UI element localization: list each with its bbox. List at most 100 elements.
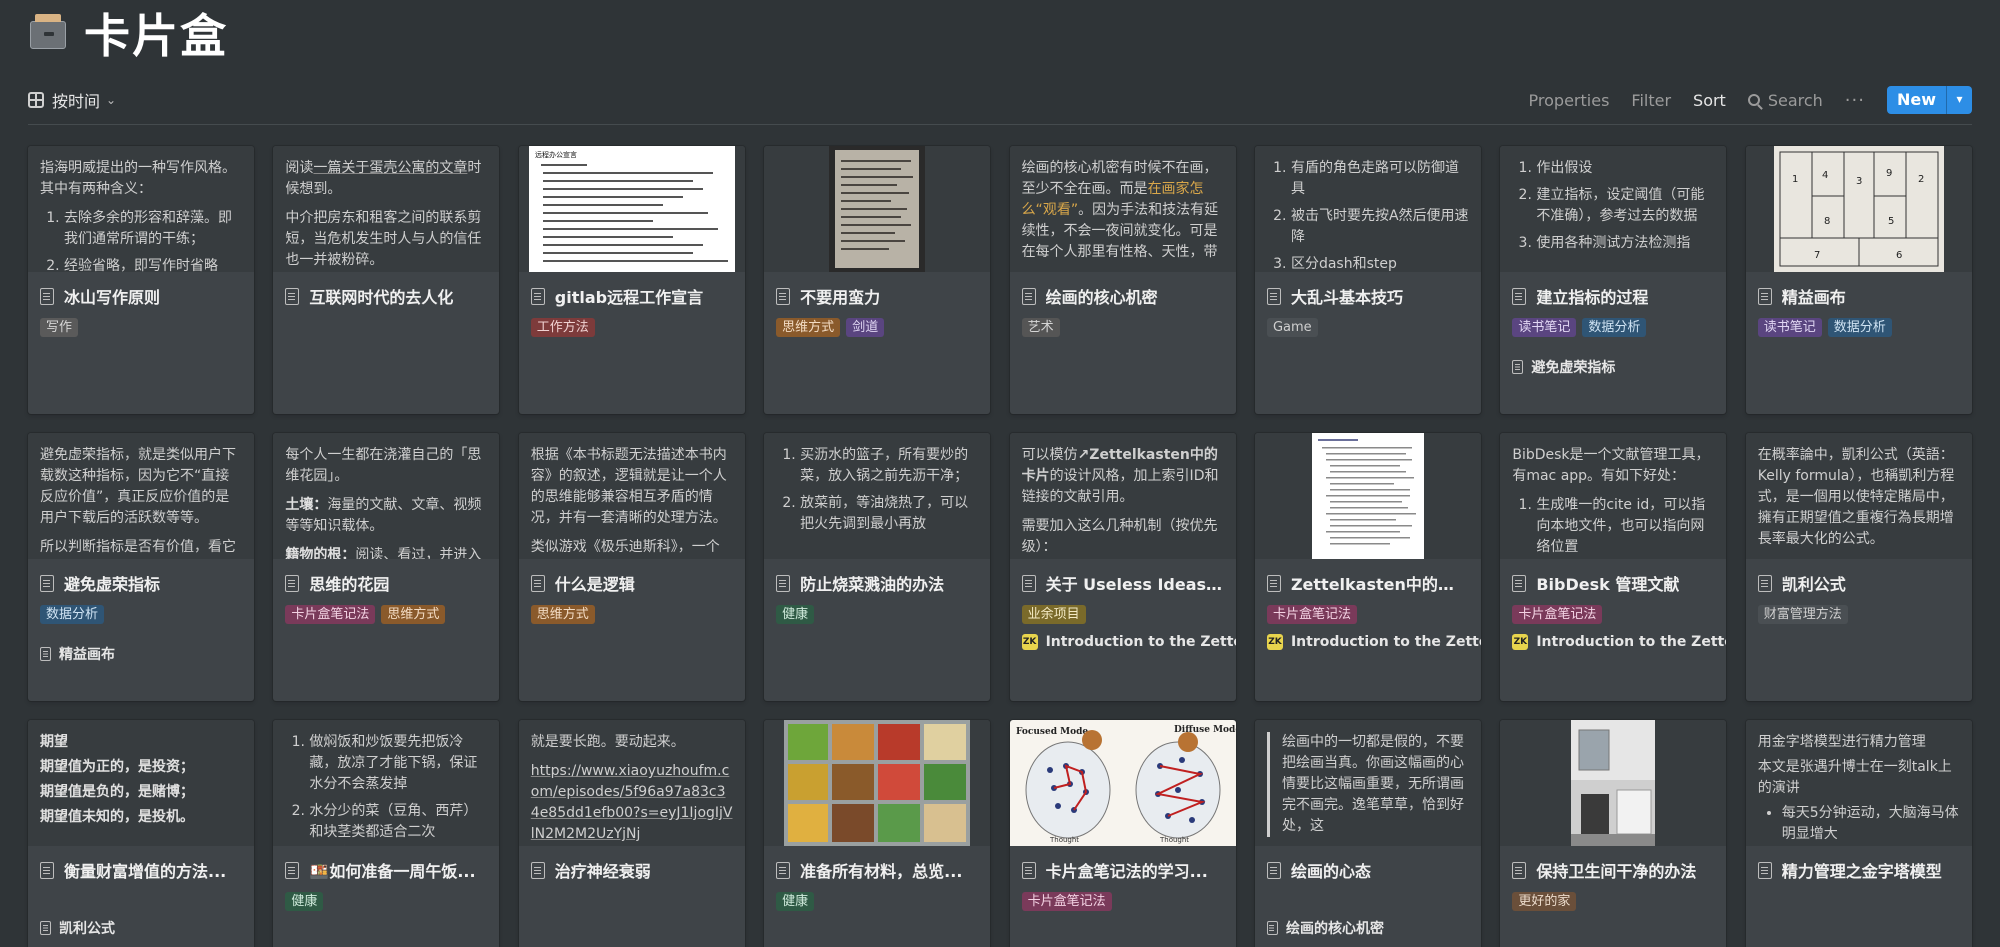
card-tags: 卡片盒笔记法 (1255, 595, 1481, 624)
tag-badge: 思维方式 (776, 318, 841, 337)
properties-button[interactable]: Properties (1529, 91, 1610, 110)
card-preview: 根据《本书标题无法描述本书内容》的叙述，逻辑就是让一个人的思维能够兼容相互矛盾的… (518, 433, 745, 559)
preview-text: 指海明威提出的一种写作风格。其中有两种含义： (40, 160, 236, 197)
gallery-card[interactable]: 绘画中的一切都是假的，不要把绘画当真。你画这幅画的心情要比这幅画重要，无所谓画完… (1254, 720, 1481, 947)
filter-button[interactable]: Filter (1631, 91, 1671, 110)
gallery-card[interactable]: 避免虚荣指标，就是类似用户下载数这种指标，因为它不“直接反应价值”，真正反应价值… (28, 433, 254, 701)
gallery-card[interactable]: 指海明威提出的一种写作风格。其中有两种含义： 去除多余的形容和辞藻。即我们通常所… (28, 146, 254, 414)
page-title: 卡片盒 (84, 9, 228, 63)
related-source-title: Introduction to the Zettelkasten Method (1536, 634, 1726, 650)
card-title-text: 🍱如何准备一周午饭... (309, 862, 476, 881)
gallery-card[interactable]: 就是要长跑。要动起来。 https://www.xiaoyuzhoufm.com… (518, 720, 745, 947)
page-icon (1021, 287, 1036, 305)
more-options-button[interactable]: ··· (1845, 90, 1865, 111)
related-source[interactable]: ZK Introduction to the Zettelkasten Metho… (1255, 624, 1481, 650)
new-dropdown-chevron-icon[interactable]: ▾ (1946, 86, 1972, 114)
preview-list-item: 经验省略，即写作时省略 (64, 256, 242, 272)
search-label: Search (1767, 90, 1823, 110)
tag-badge: 更好的家 (1512, 892, 1577, 911)
tag-badge: 健康 (776, 892, 815, 911)
card-title-text: 卡片盒笔记法的学习... (1045, 862, 1208, 881)
tag-badge: Game (1266, 318, 1318, 337)
related-page[interactable]: 精益画布 (28, 624, 254, 664)
page-icon (1757, 287, 1772, 305)
page-icon (776, 287, 791, 305)
card-title: 治疗神经衰弱 (519, 846, 745, 882)
gallery-card[interactable]: 期望 期望值为正的，是投资； 期望值是负的，是赌博； 期望值未知的，是投机。 衡… (28, 720, 254, 947)
gallery-card[interactable]: 根据《本书标题无法描述本书内容》的叙述，逻辑就是让一个人的思维能够兼容相互矛盾的… (518, 433, 745, 701)
gallery-card[interactable]: 可以模仿↗Zettelkasten中的卡片的设计风格，加上索引ID和链接的文献引… (1009, 433, 1236, 701)
card-preview: 期望 期望值为正的，是投资； 期望值是负的，是赌博； 期望值未知的，是投机。 (28, 720, 254, 846)
preview-text: 的设计风格，加上索引ID和链接的文献引用。 (1021, 468, 1219, 505)
gallery-card[interactable]: 准备所有材料，总览... 健康 (764, 720, 991, 947)
card-title: 不要用蛮力 (764, 272, 990, 308)
tag-badge: 数据分析 (1582, 318, 1647, 337)
related-page[interactable]: 绘画的核心机密 (1255, 882, 1481, 938)
card-preview: 指海明威提出的一种写作风格。其中有两种含义： 去除多余的形容和辞藻。即我们通常所… (28, 146, 254, 272)
preview-text: 中介把房东和租客之间的联系剪短，当危机发生时人与人的信任也一并被粉碎。 (285, 210, 482, 268)
gallery-card[interactable]: 远程办公宣言 gitlab远程工作宣言 工作方法 (518, 146, 745, 414)
document-screenshot-image: 远程办公宣言 (528, 146, 735, 272)
card-preview: 用金字塔模型进行精力管理 本文是张遇升博士在一刻talk上的演讲 每天5分钟运动… (1745, 720, 1972, 846)
card-tags: 卡片盒笔记法 (1010, 882, 1236, 911)
gallery-card[interactable]: 阅读一篇关于蛋壳公寓的文章时候想到。 中介把房东和租客之间的联系剪短，当危机发生… (273, 146, 500, 414)
card-tags: 数据分析 (28, 595, 254, 624)
card-preview: 阅读一篇关于蛋壳公寓的文章时候想到。 中介把房东和租客之间的联系剪短，当危机发生… (273, 146, 500, 272)
preview-bold: 籍物的根： (285, 547, 356, 559)
preview-text: 所以判断指标是否有价值，看它 (40, 539, 236, 555)
gallery-card[interactable]: 作出假设建立指标，设定阈值（可能不准确），参考过去的数据使用各种测试方法检测指 … (1500, 146, 1727, 414)
gallery-card[interactable]: 买沥水的篮子，所有要炒的菜，放入锅之前先沥干净； 放菜前，等油烧热了，可以把火先调… (764, 433, 991, 701)
card-cover-image: 远程办公宣言 (518, 146, 745, 272)
card-preview: 避免虚荣指标，就是类似用户下载数这种指标，因为它不“直接反应价值”，真正反应价值… (28, 433, 254, 559)
gallery-card[interactable]: Focused Mode Diffuse Mode Thought Though… (1009, 720, 1236, 947)
card-cover-image: 1 4 3 9 2 8 5 7 6 (1745, 146, 1972, 272)
gallery-card[interactable]: 有盾的角色走路可以防御道具被击飞时要先按A然后便用速降区分dash和step 大… (1254, 146, 1481, 414)
chevron-down-icon: ⌄ (106, 93, 117, 107)
page-icon (1757, 574, 1772, 592)
tag-badge: 卡片盒笔记法 (1266, 605, 1357, 624)
card-title-text: BibDesk 管理文献 (1536, 575, 1680, 594)
page-icon (285, 861, 300, 879)
sort-button[interactable]: Sort (1693, 91, 1726, 110)
gallery-card[interactable]: 做焖饭和炒饭要先把饭冷藏，放凉了才能下锅，保证水分不会蒸发掉水分少的菜（豆角、西… (273, 720, 500, 947)
related-page-title: 精益画布 (59, 647, 115, 663)
preview-quote: 绘画中的一切都是假的，不要把绘画当真。你画这幅画的心情要比这幅画重要，无所谓画完… (1266, 732, 1469, 837)
preview-text: 阅读、看过，并进入 (355, 547, 482, 559)
related-source[interactable]: ZK Introduction to the Zettelkasten Metho… (1500, 624, 1726, 650)
gallery-card[interactable]: Zettelkasten中的索... 卡片盒笔记法 ZK Introduction… (1254, 433, 1481, 701)
card-title: 什么是逻辑 (519, 559, 745, 595)
card-title-text: 互联网时代的去人化 (309, 288, 454, 307)
search-icon (1747, 94, 1760, 106)
search-button[interactable]: Search (1747, 90, 1823, 110)
related-page[interactable]: 避免虚荣指标 (1500, 337, 1726, 377)
gallery-card[interactable]: 保持卫生间干净的办法 更好的家 (1500, 720, 1727, 947)
preview-list-item: 使用各种测试方法检测指 (1536, 233, 1714, 254)
related-source-title: Introduction to the Zettelkasten Method (1045, 634, 1236, 650)
preview-text: 类似游戏《极乐迪斯科》，一个 (530, 539, 720, 555)
related-page[interactable]: 凯利公式 (28, 882, 254, 938)
page-icon (776, 574, 791, 592)
preview-list-item: 每天5分钟运动，大脑海马体明显增大 (1782, 803, 1960, 845)
card-title-text: Zettelkasten中的索... (1290, 575, 1469, 594)
preview-link[interactable]: https://www.xiaoyuzhoufm.com/episodes/5f… (531, 763, 733, 842)
card-title: 关于 Useless Ideas ... (1010, 559, 1236, 595)
related-source[interactable]: ZK Introduction to the Zettelkasten Metho… (1010, 624, 1236, 650)
gallery-card[interactable]: 绘画的核心机密有时候不在画，至少不全在画。而是在画家怎么“观看”。因为手法和技法… (1009, 146, 1236, 414)
gallery-card[interactable]: 在概率論中，凱利公式（英語：Kelly formula），也稱凱利方程式，是一個… (1745, 433, 1972, 701)
gallery-card[interactable]: 用金字塔模型进行精力管理 本文是张遇升博士在一刻talk上的演讲 每天5分钟运动… (1745, 720, 1972, 947)
view-switcher[interactable]: 按时间 ⌄ (28, 88, 116, 112)
card-cover-image (1254, 433, 1481, 559)
page-icon (1021, 574, 1036, 592)
preview-link[interactable]: 一篇关于蛋壳公寓的文章 (313, 160, 467, 176)
page-icon (776, 861, 791, 879)
gallery-card[interactable]: BibDesk是一个文献管理工具，有mac app。有如下好处： 生成唯一的ci… (1500, 433, 1727, 701)
new-button[interactable]: New (1887, 86, 1946, 114)
card-tags: Game (1255, 308, 1481, 337)
page-icon (1512, 574, 1527, 592)
card-preview: 买沥水的篮子，所有要炒的菜，放入锅之前先沥干净； 放菜前，等油烧热了，可以把火先调… (764, 433, 991, 559)
gallery-card[interactable]: 不要用蛮力 思维方式 剑道 (764, 146, 991, 414)
gallery-card[interactable]: 1 4 3 9 2 8 5 7 6 精益画布 读书笔记 数据分析 (1745, 146, 1972, 414)
tag-badge: 数据分析 (40, 605, 105, 624)
tag-badge: 读书笔记 (1757, 318, 1822, 337)
gallery-card[interactable]: 每个人一生都在浇灌自己的「思维花园」。 土壤：海量的文献、文章、视频等等知识载体… (273, 433, 500, 701)
